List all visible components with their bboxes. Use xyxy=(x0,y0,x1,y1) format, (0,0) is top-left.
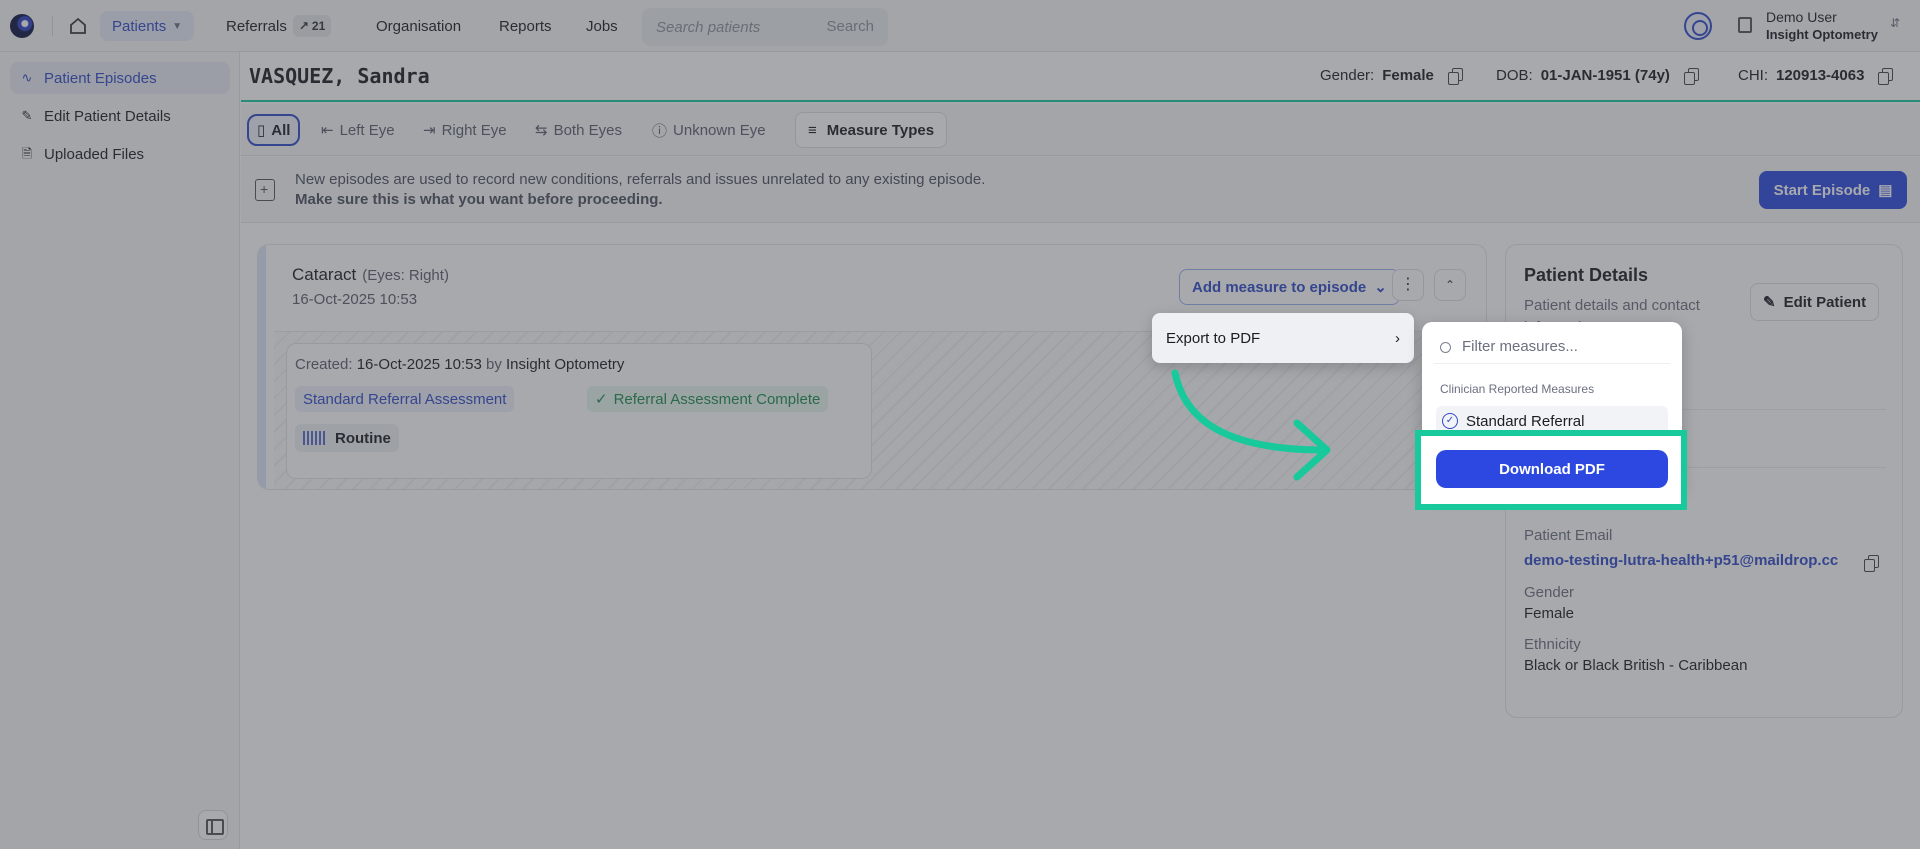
measure-option-label: Standard Referral xyxy=(1466,412,1585,430)
measure-group-label: Clinician Reported Measures xyxy=(1440,382,1595,396)
filter-measures-input[interactable] xyxy=(1434,330,1670,364)
export-pdf-label: Export to PDF xyxy=(1166,329,1261,347)
check-circle-icon[interactable]: ✓ xyxy=(1442,413,1458,429)
chevron-right-icon: › xyxy=(1395,329,1400,347)
download-pdf-button[interactable]: Download PDF xyxy=(1436,450,1668,488)
export-pdf-menu-item[interactable]: Export to PDF › xyxy=(1152,313,1414,363)
pointer-arrow-icon xyxy=(1171,369,1331,481)
